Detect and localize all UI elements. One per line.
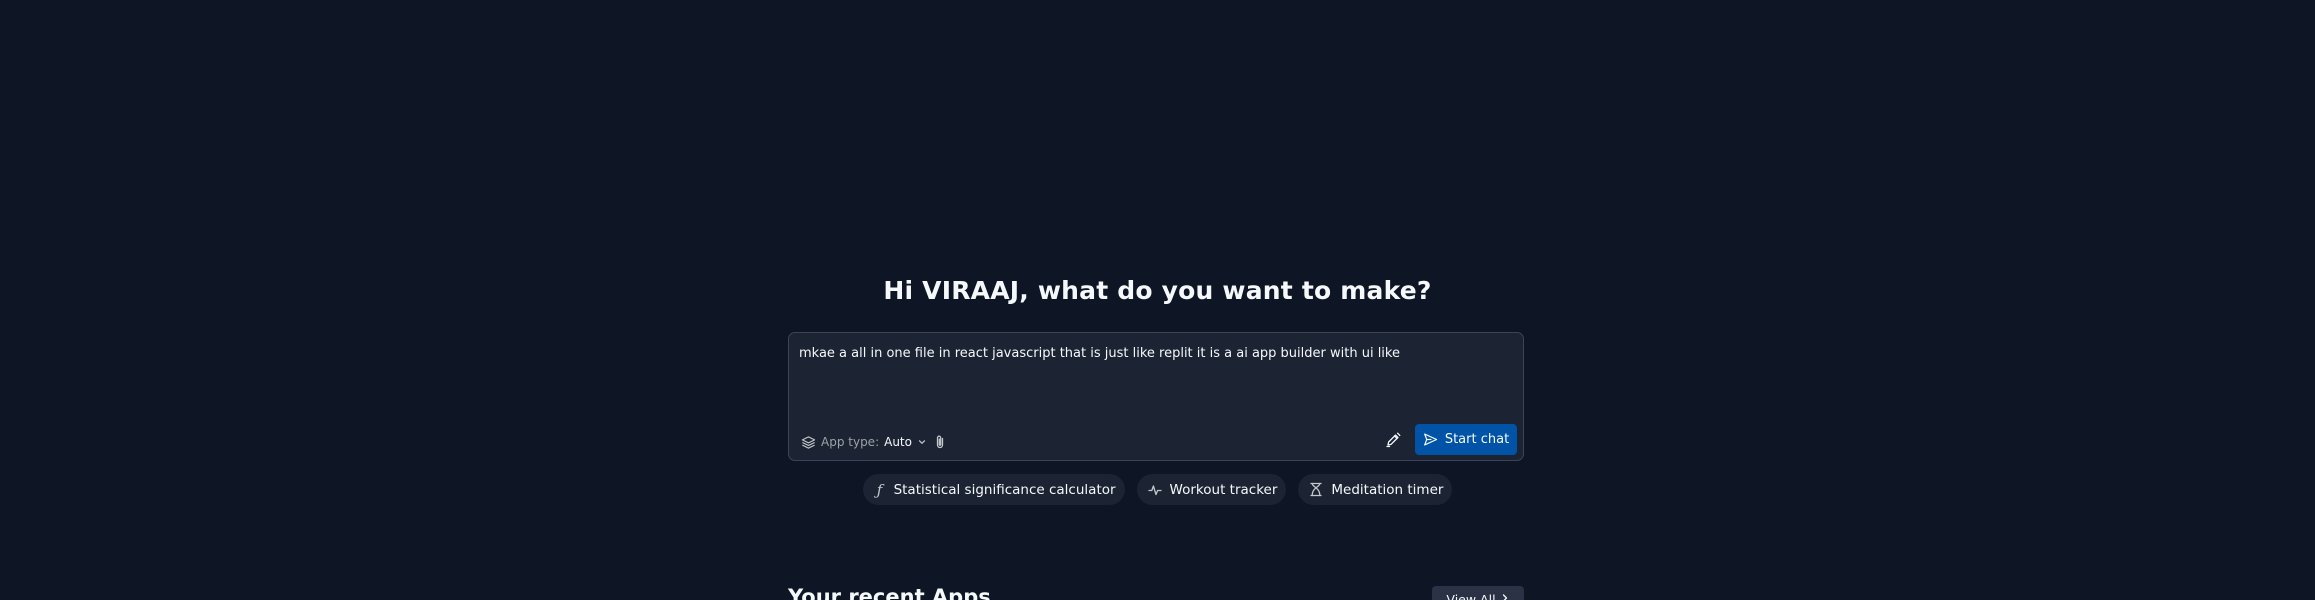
suggestion-chip-meditation-timer[interactable]: Meditation timer: [1298, 474, 1453, 505]
start-chat-label: Start chat: [1444, 432, 1510, 447]
function-icon: ƒ: [876, 480, 883, 499]
chevron-right-icon: [1500, 592, 1510, 600]
suggestion-label: Meditation timer: [1331, 481, 1444, 498]
start-chat-button[interactable]: Start chat: [1415, 424, 1517, 455]
app-type-selector[interactable]: App type: Auto: [801, 433, 927, 451]
send-icon: [1423, 432, 1438, 447]
app-type-value: Auto: [884, 435, 912, 449]
suggestion-label: Statistical significance calculator: [893, 481, 1116, 498]
view-all-label: View All: [1446, 592, 1496, 600]
prompt-input[interactable]: mkae a all in one file in react javascri…: [799, 345, 1509, 363]
chevron-down-icon: [917, 437, 927, 447]
suggestion-chips: ƒ Statistical significance calculator Wo…: [0, 474, 2315, 505]
suggestion-chip-workout-tracker[interactable]: Workout tracker: [1136, 474, 1287, 505]
activity-icon: [1147, 483, 1162, 497]
suggestion-chip-statistical-calculator[interactable]: ƒ Statistical significance calculator: [862, 474, 1125, 505]
view-all-button[interactable]: View All: [1432, 586, 1524, 600]
paperclip-icon[interactable]: [933, 434, 947, 450]
recent-apps-title: Your recent Apps: [788, 585, 991, 600]
magic-pen-icon[interactable]: [1385, 431, 1402, 448]
greeting-heading: Hi VIRAAJ, what do you want to make?: [883, 276, 1432, 305]
app-type-label: App type:: [821, 435, 880, 449]
suggestion-label: Workout tracker: [1169, 481, 1278, 498]
hourglass-icon: [1309, 482, 1323, 497]
home-page: Hi VIRAAJ, what do you want to make? mka…: [0, 0, 2315, 600]
layers-icon: [801, 435, 816, 450]
prompt-box[interactable]: mkae a all in one file in react javascri…: [788, 332, 1524, 461]
